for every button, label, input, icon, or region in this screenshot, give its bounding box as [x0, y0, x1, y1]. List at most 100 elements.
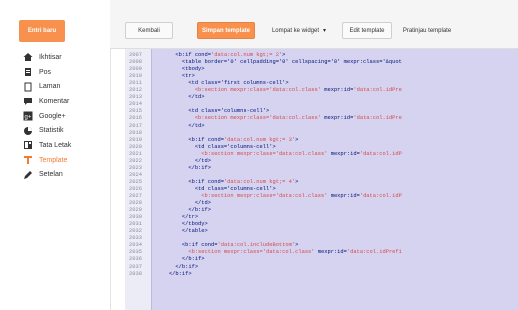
code-token: 'data:col.idP	[359, 150, 402, 157]
code-token: 'data:col.class'	[262, 249, 315, 256]
code-text: <b:section mexpr:class='data:col.class' …	[156, 249, 402, 255]
line-number: 2028	[129, 200, 142, 207]
line-number: 2008	[129, 59, 142, 66]
code-token: <b:if cond=	[156, 242, 218, 249]
code-token: 'data:col.idPre	[353, 87, 402, 94]
code-token: <tr>	[156, 73, 195, 80]
code-token: mexpr:id=	[314, 249, 347, 256]
code-token: </table>	[156, 228, 208, 235]
line-number: 2038	[129, 270, 142, 277]
sidebar-item-label: Tata Letak	[39, 141, 72, 149]
line-number: 2021	[129, 150, 142, 157]
save-template-button[interactable]: Simpan template	[197, 22, 255, 39]
line-number: 2031	[129, 221, 142, 228]
new-post-button[interactable]: Entri baru	[19, 20, 65, 42]
code-text: </tbody>	[156, 221, 208, 227]
line-number: 2015	[129, 108, 142, 115]
code-token: 'data:col.idPre	[353, 115, 402, 122]
code-text: <td class='columns-cell'>	[156, 144, 276, 150]
code-token: </b:if>	[156, 207, 211, 214]
code-text: </b:if>	[156, 264, 198, 270]
sidebar-item-ikhtisar[interactable]: Ikhtisar	[22, 50, 71, 65]
code-token: 'data:col.num kgt;= 2'	[211, 52, 283, 58]
sidebar-item-setelan[interactable]: Setelan	[22, 168, 71, 183]
line-number: 2016	[129, 115, 142, 122]
code-token: 'data:col.class'	[275, 193, 328, 199]
code-text: <td class='columns-cell'>	[156, 108, 269, 114]
edit-template-button[interactable]: Edit template	[342, 22, 392, 39]
code-text: <b:if cond='data:col.includeBottom'>	[156, 242, 298, 248]
sidebar-item-template[interactable]: Template	[22, 153, 71, 168]
sidebar-item-google[interactable]: g+ Google+	[22, 109, 71, 124]
code-token: >	[295, 242, 299, 249]
code-token: 'data:col.class'	[275, 150, 328, 157]
sidebar: Entri baru Ikhtisar Pos Laman Komentar g+ Goo…	[0, 0, 111, 310]
code-text: <b:section mexpr:class='data:col.class' …	[156, 115, 402, 121]
code-token: </td>	[156, 200, 211, 207]
line-number: 2035	[129, 249, 142, 256]
line-number: 2023	[129, 164, 142, 171]
code-token: 'data:col.num kgt;= 4'	[223, 178, 296, 185]
code-token: </td>	[156, 94, 205, 101]
jump-to-widget-label: Lompat ke widget	[271, 27, 319, 34]
back-button[interactable]: Kembali	[125, 22, 173, 39]
code-text: <td class='columns-cell'>	[156, 186, 276, 192]
code-token: <td class=	[156, 108, 221, 115]
sidebar-item-komentar[interactable]: Komentar	[22, 94, 71, 109]
code-text: <b:section mexpr:class='data:col.class' …	[156, 151, 402, 157]
code-text: <b:if cond='data:col.num kgt;= 2'>	[156, 52, 285, 58]
line-number: 2037	[129, 263, 142, 270]
code-text: </b:if>	[156, 207, 211, 213]
code-token: 'columns-cell'	[220, 108, 266, 115]
template-icon	[22, 155, 33, 166]
code-token: <td class=	[156, 143, 228, 150]
code-token: 'data:col.includeBottom'	[217, 242, 296, 249]
code-token: >	[295, 136, 299, 143]
code-token: mexpr:id=	[327, 150, 360, 157]
code-token: 'data:col.num kgt;= 3'	[223, 136, 296, 143]
sidebar-item-statistik[interactable]: Statistik	[22, 123, 71, 138]
code-token: </b:if>	[156, 270, 192, 277]
code-text: </td>	[156, 123, 204, 129]
sidebar-item-label: Komentar	[39, 97, 70, 105]
sidebar-item-label: Statistik	[39, 127, 64, 135]
line-number: 2018	[129, 129, 142, 136]
sidebar-item-label: Setelan	[39, 171, 63, 179]
code-token: 'first columns-cell'	[220, 80, 286, 87]
code-token: </tr>	[156, 214, 199, 221]
template-code-editor[interactable]: 2007 <b:if cond='data:col.num kgt;= 2'> 2…	[125, 49, 518, 310]
code-token: 'data:col.class'	[269, 87, 321, 94]
code-token: <table border='0' cellpadding='0' cellsp…	[156, 59, 402, 66]
code-text: </td>	[156, 158, 211, 164]
code-text: <b:section mexpr:class='data:col.class' …	[156, 193, 402, 199]
sidebar-item-laman[interactable]: Laman	[22, 79, 71, 94]
line-number: 2017	[129, 122, 142, 129]
code-text: <tr>	[156, 73, 195, 79]
code-token: >	[266, 108, 270, 115]
code-text: </td>	[156, 200, 211, 206]
code-token: >	[272, 143, 276, 150]
sidebar-item-pos[interactable]: Pos	[22, 65, 71, 80]
comments-icon	[22, 96, 33, 107]
code-token: <tbody>	[156, 66, 205, 73]
line-number: 2007	[129, 52, 142, 58]
jump-to-widget-dropdown[interactable]: Lompat ke widget ▾	[261, 22, 337, 39]
code-text: </tr>	[156, 214, 198, 220]
line-number: 2010	[129, 73, 142, 80]
line-number: 2012	[129, 87, 142, 94]
sidebar-item-label: Ikhtisar	[39, 53, 62, 61]
layout-icon	[22, 140, 33, 151]
sidebar-item-tata-letak[interactable]: Tata Letak	[22, 138, 71, 153]
code-text: <b:section mexpr:class='data:col.class' …	[156, 87, 402, 93]
line-number: 2011	[129, 80, 142, 87]
sidebar-item-label: Pos	[39, 68, 52, 76]
settings-icon	[22, 169, 33, 180]
code-token: </b:if>	[156, 263, 199, 270]
svg-text:g+: g+	[24, 115, 31, 121]
code-text: </b:if>	[156, 165, 211, 171]
code-token: mexpr:id=	[321, 87, 354, 94]
line-number: 2019	[129, 136, 142, 143]
line-number: 2030	[129, 214, 142, 221]
line-number: 2022	[129, 157, 142, 164]
preview-template-button[interactable]: Pratinjau template	[394, 22, 460, 39]
